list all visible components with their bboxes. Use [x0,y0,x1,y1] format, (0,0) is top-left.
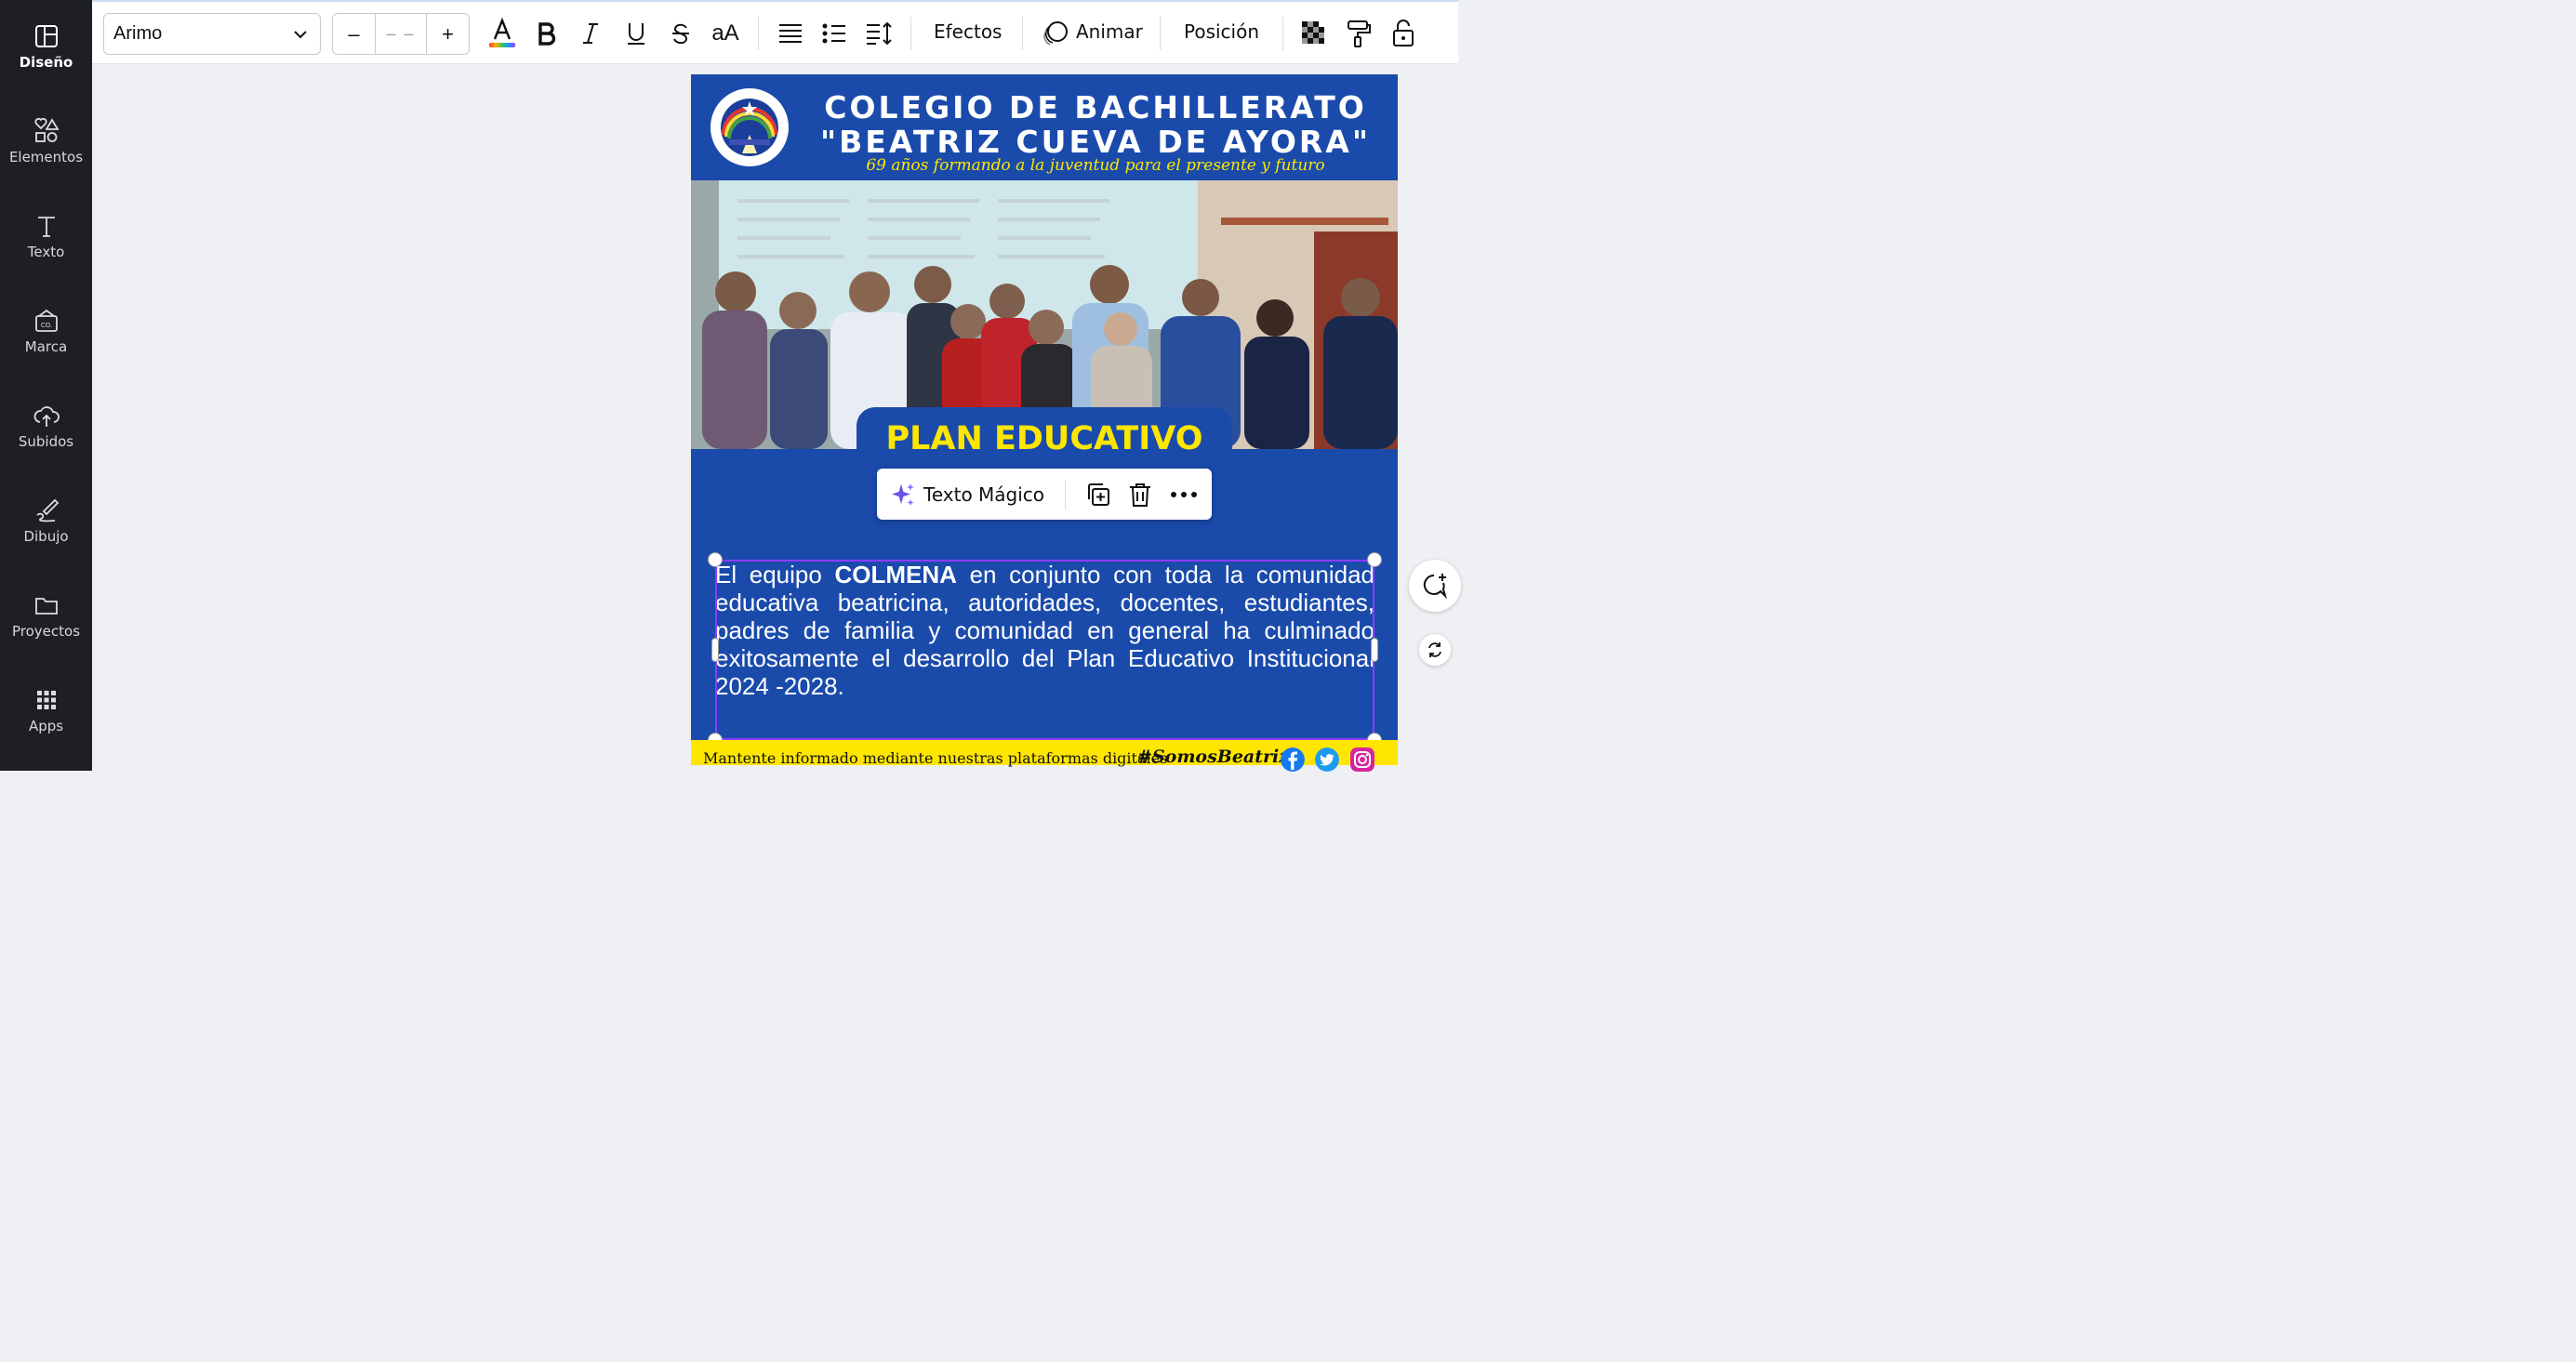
toolbar-divider [1022,17,1023,50]
toolbar-divider [1160,17,1161,50]
bold-button[interactable] [528,15,565,52]
rotate-button[interactable] [1419,634,1451,666]
school-title-line2[interactable]: "BEATRIZ CUEVA DE AYORA" [793,124,1398,160]
sidebar-item-subidos[interactable]: Subidos [0,402,92,485]
line-spacing-icon [867,21,892,46]
design-header: COLEGIO DE BACHILLERATO "BEATRIZ CUEVA D… [691,74,1398,180]
sidebar-item-label: Elementos [8,149,84,165]
sidebar-item-dibujo[interactable]: Dibujo [0,496,92,580]
resize-handle-top-right[interactable] [1367,552,1382,567]
sidebar-item-label: Proyectos [11,623,81,640]
footer-hashtag[interactable]: #SomosBeatriz [1137,747,1289,767]
font-family-value: Arimo [113,23,163,44]
rotate-icon [1428,642,1441,657]
letter-case-button[interactable]: aA [707,15,744,52]
sparkle-icon [892,483,914,506]
toolbar-divider [1282,17,1283,50]
instagram-icon [1350,747,1374,772]
font-size-stepper: – – – + [332,13,470,55]
text-color-icon [489,17,515,47]
underline-button[interactable] [617,15,655,52]
increase-size-button[interactable]: + [427,14,469,54]
sidebar-item-label: Subidos [18,433,74,450]
position-button[interactable]: Posición [1184,20,1259,43]
sidebar-item-texto[interactable]: Texto [0,212,92,296]
transparency-icon [1302,21,1324,44]
list-button[interactable] [816,15,853,52]
svg-text:CO.: CO. [40,322,51,329]
left-sidebar: Diseño Elementos Texto CO. Marca Subidos… [0,0,92,771]
transparency-button[interactable] [1295,15,1333,52]
spacing-button[interactable] [860,15,897,52]
text-context-menu: Texto Mágico [877,469,1212,520]
magic-text-button[interactable]: Texto Mágico [923,483,1044,506]
school-motto[interactable]: 69 años formando a la juventud para el p… [793,156,1398,175]
italic-button[interactable] [572,15,609,52]
sidebar-item-label: Marca [24,338,68,355]
add-comment-button[interactable] [1409,560,1461,612]
text-toolbar: Arimo – – – + aA Efectos Animar Posición [92,0,1458,64]
toolbar-divider [910,17,911,50]
paint-roller-icon [1348,20,1371,47]
sidebar-item-diseno[interactable]: Diseño [0,22,92,106]
underline-icon [628,23,644,45]
sidebar-item-marca[interactable]: CO. Marca [0,307,92,390]
facebook-icon [1281,747,1305,772]
folder-icon [34,598,58,615]
more-options-icon[interactable] [1170,490,1198,499]
effects-button[interactable]: Efectos [934,20,1002,43]
twitter-icon [1315,747,1339,772]
school-logo[interactable] [708,86,791,169]
duplicate-icon[interactable] [1084,481,1112,509]
sidebar-item-proyectos[interactable]: Proyectos [0,591,92,675]
copy-style-button[interactable] [1340,15,1377,52]
plan-title[interactable]: PLAN EDUCATIVO [856,407,1232,463]
menu-divider [1065,479,1067,509]
draw-icon [35,498,59,522]
layout-icon [34,25,58,47]
text-icon [37,217,55,237]
animate-icon-wrap[interactable] [1037,15,1074,52]
shapes-icon [33,117,60,142]
resize-handle-top-left[interactable] [708,552,723,567]
selection-box [715,560,1374,740]
toolbar-divider [758,17,759,50]
sidebar-item-label: Dibujo [23,528,69,545]
align-button[interactable] [772,15,809,52]
strikethrough-button[interactable] [662,15,699,52]
animate-icon [1043,21,1068,46]
chevron-down-icon [294,31,307,39]
resize-handle-right[interactable] [1371,638,1378,662]
unlock-icon [1393,20,1414,46]
school-crest-icon [712,90,787,165]
sidebar-item-label: Diseño [19,54,73,71]
lock-button[interactable] [1385,15,1422,52]
text-color-button[interactable] [484,15,521,52]
design-footer: Mantente informado mediante nuestras pla… [691,740,1398,772]
footer-text[interactable]: Mantente informado mediante nuestras pla… [703,749,1167,767]
font-size-field[interactable]: – – [375,14,427,54]
strikethrough-icon [672,23,689,45]
resize-handle-left[interactable] [711,638,719,662]
school-title-line1[interactable]: COLEGIO DE BACHILLERATO [793,89,1398,126]
bold-icon [538,22,556,46]
comment-plus-icon [1423,574,1448,600]
animate-button[interactable]: Animar [1076,20,1143,43]
apps-icon [36,691,56,709]
italic-icon [583,23,598,44]
sidebar-item-apps[interactable]: Apps [0,686,92,770]
trash-icon[interactable] [1127,481,1153,509]
font-family-select[interactable]: Arimo [103,13,321,55]
sidebar-item-label: Apps [28,718,64,734]
decrease-size-button[interactable]: – [333,14,375,54]
brand-icon: CO. [34,309,58,332]
bullet-list-icon [822,23,845,44]
align-justify-icon [779,24,802,43]
sidebar-item-label: Texto [27,244,65,260]
upload-icon [33,406,60,427]
sidebar-item-elementos[interactable]: Elementos [0,117,92,201]
